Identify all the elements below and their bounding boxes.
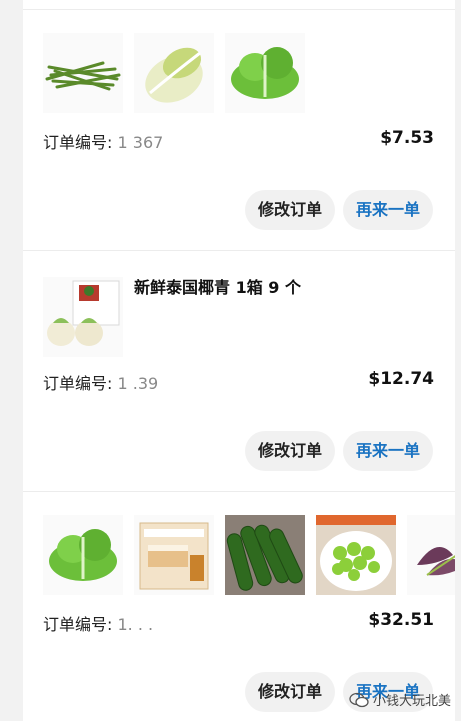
order-number-value: 1 .39 [117, 374, 159, 393]
order-number-label: 订单编号: [43, 133, 113, 152]
product-title[interactable]: 新鲜泰国椰青 1箱 9 个 [134, 274, 301, 298]
coconut-box-thumbnail[interactable] [43, 277, 123, 357]
order-total: $7.53 [380, 128, 434, 148]
order-card-3[interactable]: 订单编号: 1. . . $32.51 修改订单 再来一单 [23, 492, 455, 721]
order-number-label: 订单编号: [43, 615, 113, 634]
order-number-value: 1. . . [117, 615, 154, 634]
napa-cabbage-thumbnail[interactable] [134, 33, 214, 113]
order-card-2[interactable]: 新鲜泰国椰青 1箱 9 个 订单编号: 1 .39 $12.74 修改订单 再来… [23, 251, 455, 491]
cake-box-thumbnail[interactable] [134, 515, 214, 595]
modify-order-button[interactable]: 修改订单 [245, 190, 336, 230]
watermark: 小钱大玩北美 [349, 690, 451, 709]
order-number-label: 订单编号: [43, 374, 113, 393]
order-number-value: 1 367 [117, 133, 164, 152]
lettuce-thumbnail[interactable] [43, 515, 123, 595]
order-number-row: 订单编号: 1 .39 [43, 370, 158, 394]
order-number-row: 订单编号: 1 367 [43, 129, 163, 153]
watermark-text: 小钱大玩北美 [372, 694, 451, 709]
edamame-thumbnail[interactable] [316, 515, 396, 595]
reorder-button[interactable]: 再来一单 [343, 431, 434, 471]
wechat-icon [349, 692, 369, 707]
modify-order-button[interactable]: 修改订单 [245, 672, 336, 712]
green-beans-thumbnail[interactable] [43, 33, 123, 113]
zucchini-thumbnail[interactable] [225, 515, 305, 595]
leafy-greens-thumbnail[interactable] [407, 515, 455, 595]
reorder-button[interactable]: 再来一单 [343, 190, 434, 230]
modify-order-button[interactable]: 修改订单 [245, 431, 336, 471]
order-total: $12.74 [368, 369, 434, 389]
order-card-1[interactable]: 订单编号: 1 367 $7.53 修改订单 再来一单 [23, 0, 455, 250]
order-number-row: 订单编号: 1. . . [43, 611, 153, 635]
lettuce-thumbnail[interactable] [225, 33, 305, 113]
order-total: $32.51 [368, 610, 434, 630]
order-list: 订单编号: 1 367 $7.53 修改订单 再来一单 新鲜泰国椰青 1箱 9 … [23, 0, 455, 721]
